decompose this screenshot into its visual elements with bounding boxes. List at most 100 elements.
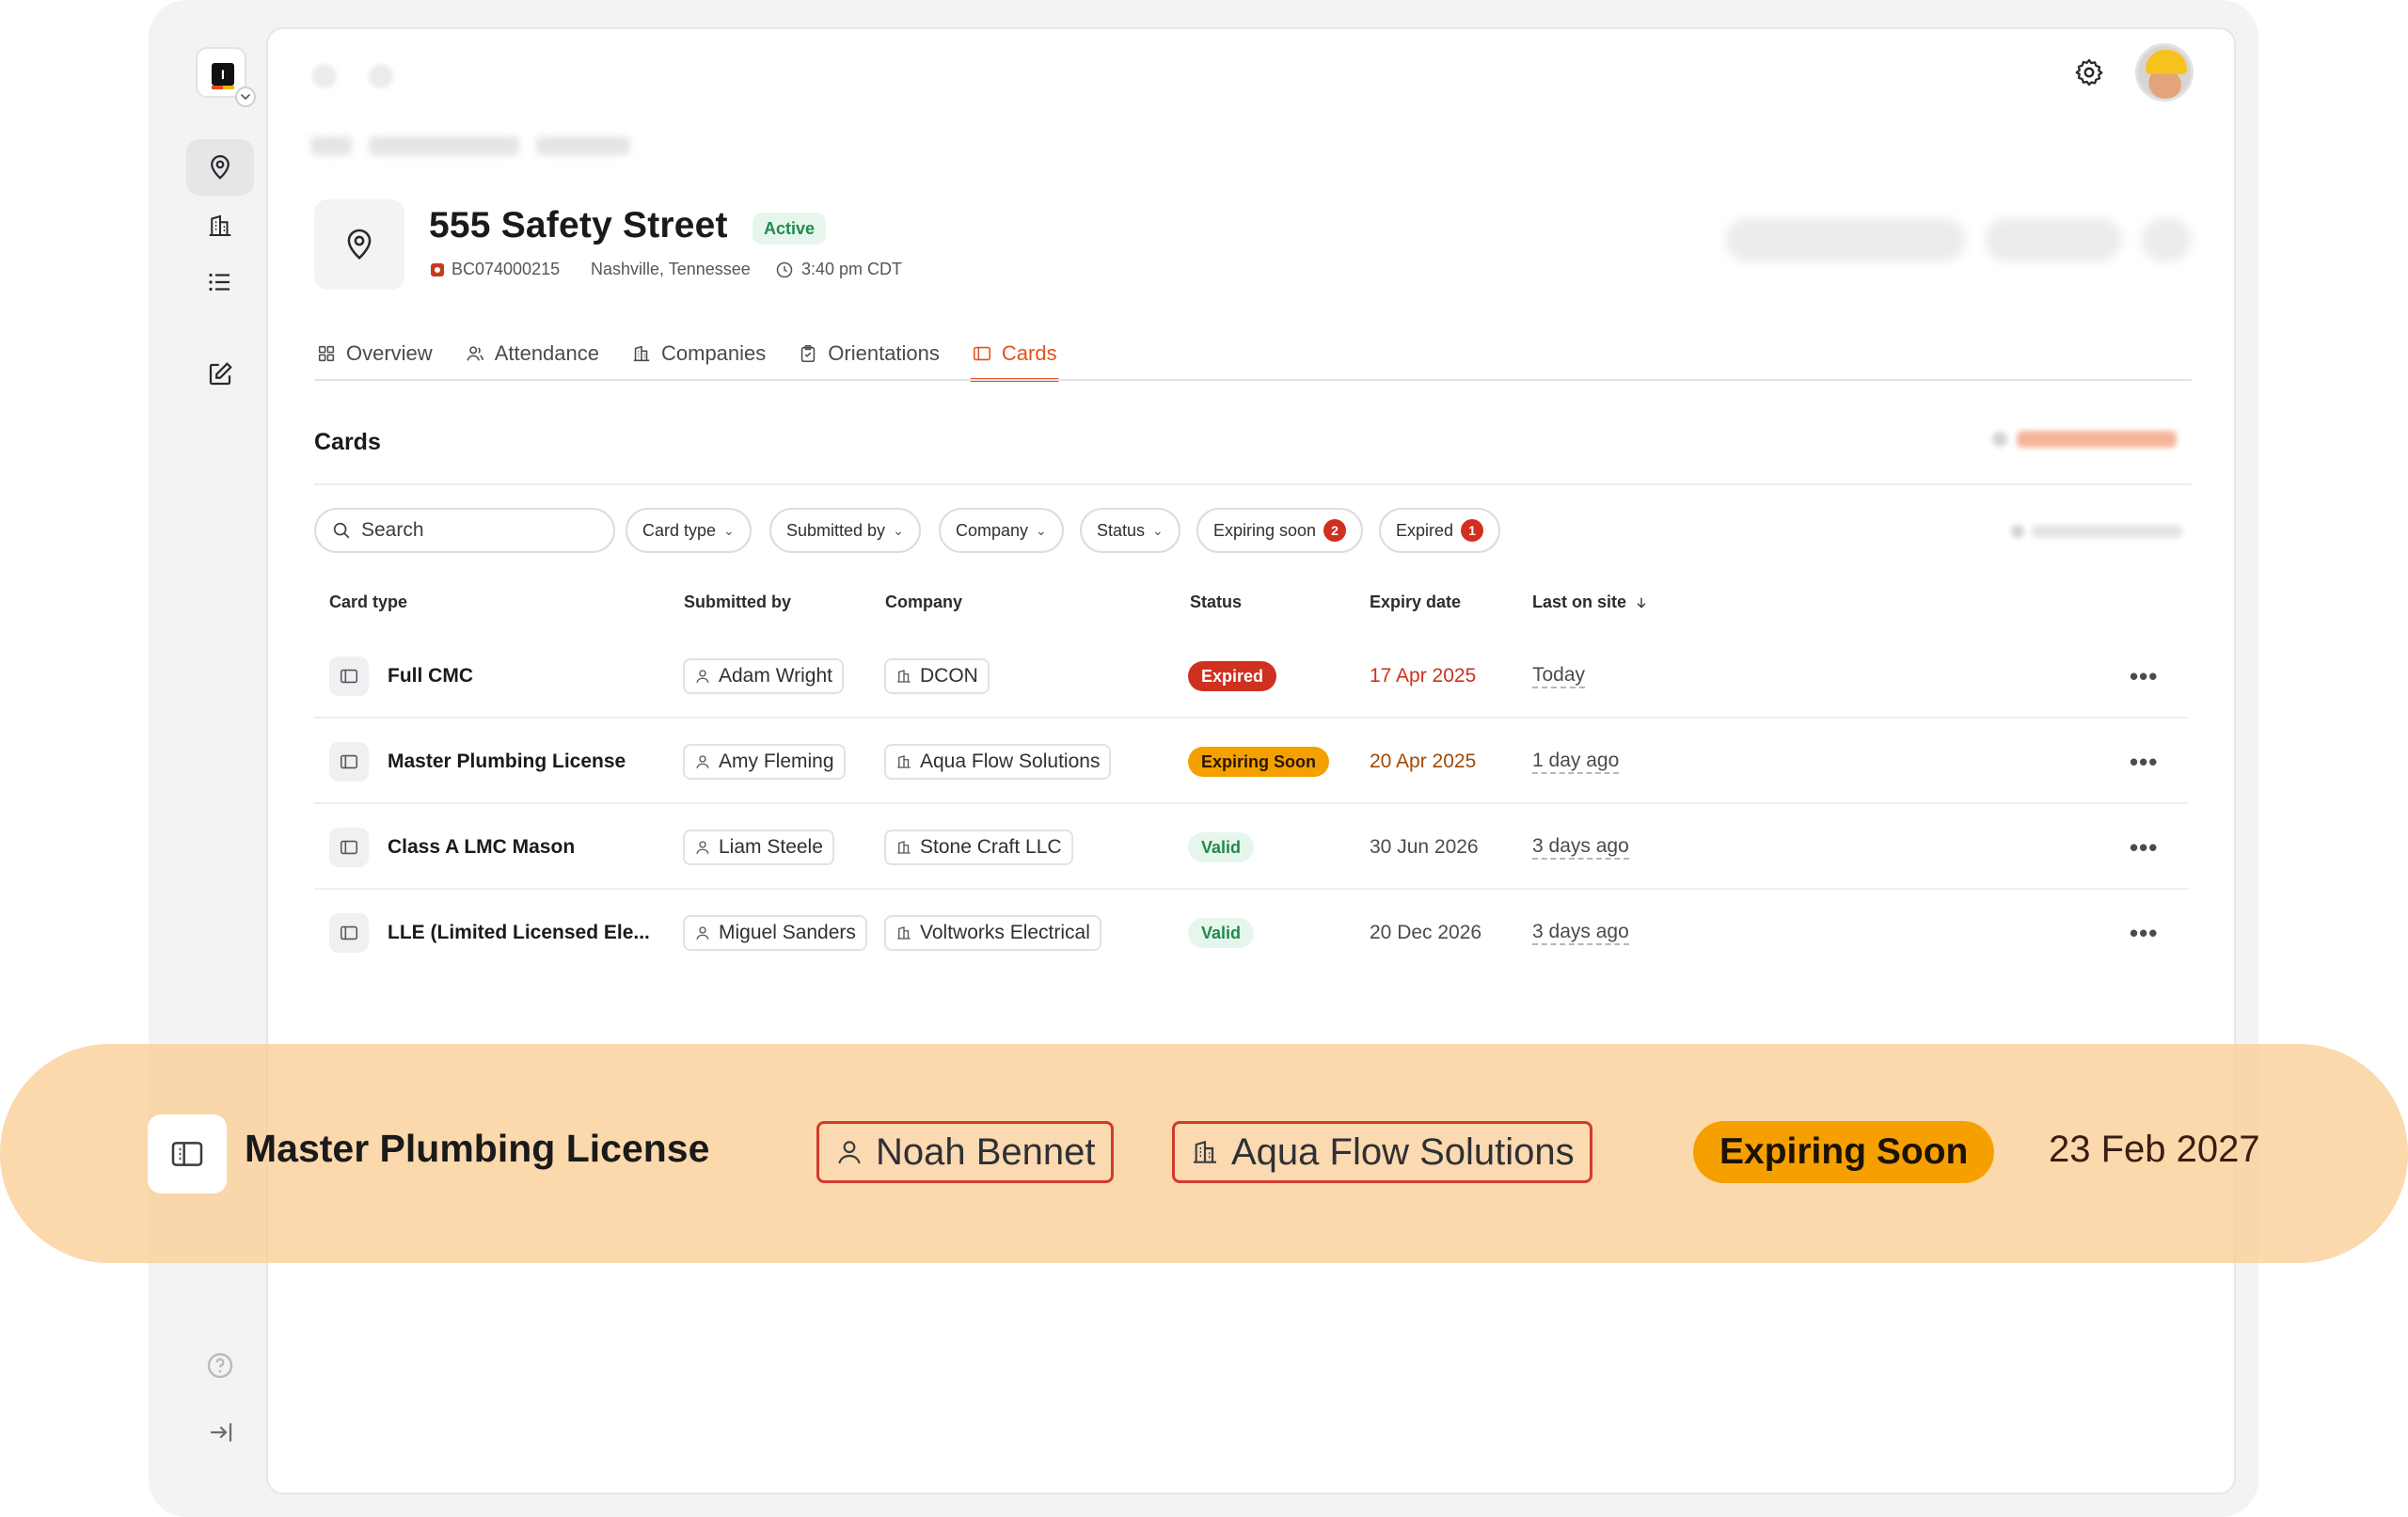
highlight-company-chip[interactable]: Aqua Flow Solutions bbox=[1172, 1121, 1592, 1183]
site-time-text: 3:40 pm CDT bbox=[801, 260, 903, 278]
tab-orientations[interactable]: Orientations bbox=[796, 331, 942, 376]
location-pin-icon bbox=[347, 229, 372, 260]
collapse-sidebar-icon[interactable] bbox=[207, 1418, 235, 1446]
card-icon bbox=[329, 742, 369, 782]
chevron-down-icon: ⌄ bbox=[723, 522, 735, 538]
workspace-switcher[interactable]: I bbox=[196, 47, 256, 107]
last-on-site[interactable]: 1 day ago bbox=[1532, 750, 1620, 774]
logo-icon: I bbox=[212, 63, 234, 86]
sidebar-item-companies[interactable] bbox=[186, 198, 254, 254]
breadcrumb[interactable] bbox=[310, 136, 630, 163]
company-name: Voltworks Electrical bbox=[920, 922, 1090, 943]
settings-gear-icon[interactable] bbox=[2073, 56, 2105, 88]
tab-bar: Overview Attendance Companies Orientatio… bbox=[314, 331, 1087, 382]
header-more-button[interactable] bbox=[2141, 218, 2192, 261]
section-title: Cards bbox=[314, 429, 381, 455]
chevron-down-icon bbox=[235, 87, 256, 107]
tabs-divider bbox=[314, 379, 2192, 381]
column-header-submitted-by[interactable]: Submitted by bbox=[684, 593, 791, 612]
view-daily-log-link[interactable] bbox=[1992, 431, 2177, 448]
tab-label: Attendance bbox=[494, 341, 599, 365]
table-row[interactable]: Full CMC Adam Wright DCON Expired 17 Apr… bbox=[314, 634, 2188, 719]
table-row[interactable]: Master Plumbing License Amy Fleming Aqua… bbox=[314, 719, 2188, 804]
search-input[interactable] bbox=[361, 519, 587, 542]
company-chip[interactable]: Voltworks Electrical bbox=[884, 915, 1101, 951]
chevron-down-icon: ⌄ bbox=[1152, 522, 1164, 538]
card-icon bbox=[148, 1114, 227, 1193]
card-icon bbox=[329, 828, 369, 867]
user-icon bbox=[838, 1141, 861, 1164]
tab-label: Cards bbox=[1001, 341, 1057, 365]
row-more-actions-icon[interactable]: ••• bbox=[2130, 662, 2158, 691]
user-icon bbox=[696, 755, 709, 768]
submitter-chip[interactable]: Liam Steele bbox=[683, 830, 834, 865]
card-type-name: Master Plumbing License bbox=[388, 751, 626, 772]
highlight-submitter-chip[interactable]: Noah Bennet bbox=[816, 1121, 1114, 1183]
last-on-site[interactable]: 3 days ago bbox=[1532, 921, 1629, 945]
submitter-chip[interactable]: Adam Wright bbox=[683, 658, 844, 694]
highlight-card-name: Master Plumbing License bbox=[245, 1127, 710, 1170]
sidebar-item-list[interactable] bbox=[186, 254, 254, 310]
column-header-company[interactable]: Company bbox=[885, 593, 962, 612]
company-name: DCON bbox=[920, 665, 978, 687]
company-chip[interactable]: Aqua Flow Solutions bbox=[884, 744, 1112, 780]
search-field[interactable] bbox=[314, 508, 615, 553]
company-chip[interactable]: Stone Craft LLC bbox=[884, 830, 1073, 865]
tab-label: Companies bbox=[661, 341, 767, 365]
company-logo-icon bbox=[431, 262, 444, 277]
building-icon bbox=[897, 755, 911, 768]
user-icon bbox=[467, 346, 483, 361]
filter-expired[interactable]: Expired 1 bbox=[1379, 508, 1501, 553]
company-name: Stone Craft LLC bbox=[920, 836, 1062, 858]
column-header-card-type[interactable]: Card type bbox=[329, 593, 407, 612]
highlight-company-name: Aqua Flow Solutions bbox=[1231, 1130, 1575, 1173]
logo-stripe bbox=[212, 86, 234, 89]
table-row[interactable]: Class A LMC Mason Liam Steele Stone Craf… bbox=[314, 805, 2188, 890]
back-button[interactable] bbox=[312, 64, 337, 88]
submitter-chip[interactable]: Miguel Sanders bbox=[683, 915, 867, 951]
site-code-text: BC074000215 bbox=[452, 260, 561, 278]
last-synced bbox=[2011, 525, 2182, 538]
row-more-actions-icon[interactable]: ••• bbox=[2130, 919, 2158, 948]
count-badge: 1 bbox=[1461, 519, 1484, 542]
submitter-name: Miguel Sanders bbox=[719, 922, 856, 943]
row-more-actions-icon[interactable]: ••• bbox=[2130, 748, 2158, 777]
avatar-helmet bbox=[2146, 50, 2187, 74]
grid-icon bbox=[318, 345, 335, 362]
sidebar-item-sites[interactable] bbox=[186, 139, 254, 196]
last-on-site[interactable]: 3 days ago bbox=[1532, 835, 1629, 860]
expiry-date: 30 Jun 2026 bbox=[1370, 836, 1479, 858]
building-icon bbox=[897, 841, 911, 854]
app-stage: I 555 Safety Street Active BC074000215 N… bbox=[0, 0, 2408, 1517]
card-type-name: Full CMC bbox=[388, 665, 473, 687]
filter-expiring-soon[interactable]: Expiring soon 2 bbox=[1196, 508, 1364, 553]
building-icon bbox=[897, 670, 911, 683]
tab-companies[interactable]: Companies bbox=[629, 331, 768, 376]
help-icon[interactable] bbox=[205, 1351, 235, 1381]
column-header-status[interactable]: Status bbox=[1190, 593, 1242, 612]
tab-cards[interactable]: Cards bbox=[969, 331, 1059, 382]
submitter-chip[interactable]: Amy Fleming bbox=[683, 744, 846, 780]
row-more-actions-icon[interactable]: ••• bbox=[2130, 833, 2158, 862]
user-icon bbox=[696, 841, 709, 854]
user-avatar[interactable] bbox=[2135, 43, 2194, 102]
forward-button[interactable] bbox=[369, 64, 393, 88]
filter-card-type[interactable]: Card type ⌄ bbox=[626, 508, 752, 553]
site-status-badge: Active bbox=[752, 213, 827, 245]
filter-status[interactable]: Status ⌄ bbox=[1080, 508, 1180, 553]
building-icon bbox=[209, 214, 231, 236]
header-action-secondary[interactable] bbox=[1985, 218, 2122, 261]
count-badge: 2 bbox=[1323, 519, 1347, 542]
tab-overview[interactable]: Overview bbox=[314, 331, 435, 376]
filter-submitted-by[interactable]: Submitted by ⌄ bbox=[769, 508, 921, 553]
tab-label: Overview bbox=[346, 341, 433, 365]
header-action-primary[interactable] bbox=[1725, 218, 1966, 261]
filter-company[interactable]: Company ⌄ bbox=[939, 508, 1064, 553]
last-on-site[interactable]: Today bbox=[1532, 664, 1586, 688]
company-chip[interactable]: DCON bbox=[884, 658, 990, 694]
column-header-expiry-date[interactable]: Expiry date bbox=[1370, 593, 1461, 612]
column-header-last-on-site[interactable]: Last on site bbox=[1532, 593, 1649, 612]
sidebar-item-edit[interactable] bbox=[186, 346, 254, 403]
tab-attendance[interactable]: Attendance bbox=[463, 331, 601, 376]
table-row[interactable]: LLE (Limited Licensed Ele... Miguel Sand… bbox=[314, 891, 2188, 975]
